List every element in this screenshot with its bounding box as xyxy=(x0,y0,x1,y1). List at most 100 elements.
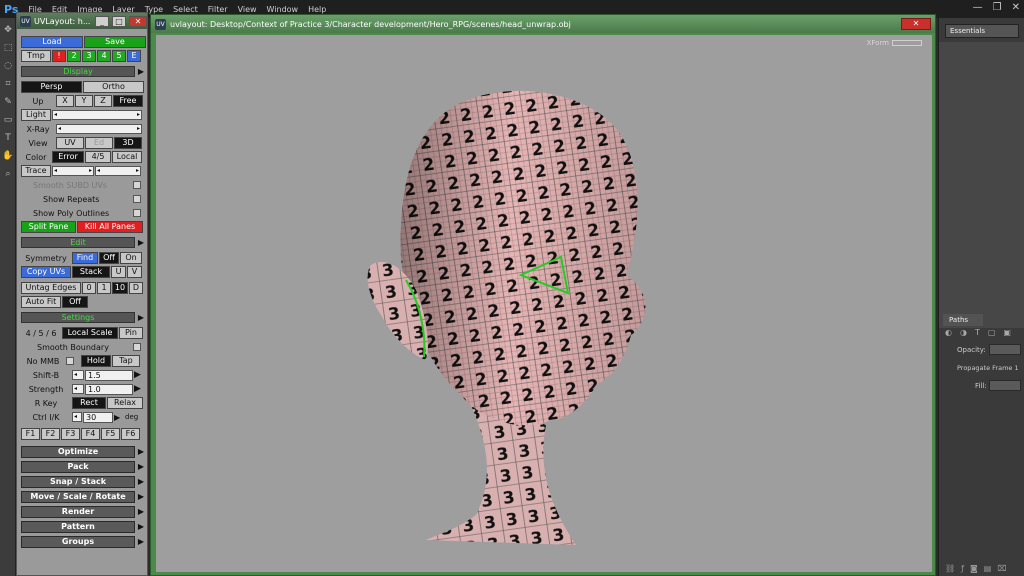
head-model-render[interactable]: 2 3 xyxy=(156,35,932,572)
smooth-boundary-checkbox[interactable] xyxy=(133,343,141,351)
axis-y-button[interactable]: Y xyxy=(75,95,93,107)
persp-button[interactable]: Persp xyxy=(21,81,82,93)
f1-button[interactable]: F1 xyxy=(21,428,40,440)
relax-button[interactable]: Relax xyxy=(107,397,143,409)
maximize-icon[interactable]: □ xyxy=(112,15,126,27)
move-scale-rotate-button[interactable]: Move / Scale / Rotate xyxy=(21,490,135,503)
light-slider[interactable]: ◂ ▸ xyxy=(52,110,142,120)
pin-button[interactable]: Pin xyxy=(119,327,143,339)
move-scale-rotate-section[interactable]: Move / Scale / Rotate ▶ xyxy=(21,490,147,503)
link-icon[interactable]: ⛓ xyxy=(945,564,955,573)
display-section-label[interactable]: Display xyxy=(21,66,135,77)
snap-stack-section[interactable]: Snap / Stack ▶ xyxy=(21,475,147,488)
tmp-slot-e[interactable]: E xyxy=(127,50,141,62)
tmp-slot-4[interactable]: 4 xyxy=(97,50,111,62)
settings-section[interactable]: Settings ▶ xyxy=(21,311,147,324)
minimize-icon[interactable]: _ xyxy=(95,15,109,27)
tmp-slot-1[interactable]: ! xyxy=(52,50,66,62)
hold-button[interactable]: Hold xyxy=(81,355,111,367)
close-icon[interactable]: ✕ xyxy=(129,15,147,27)
local-scale-button[interactable]: Local Scale xyxy=(62,327,118,339)
untag-d-button[interactable]: D xyxy=(129,282,143,294)
ctrl-ik-decrement[interactable]: ◂ xyxy=(72,412,82,422)
layer-filter-icon[interactable]: ◐ xyxy=(945,328,952,337)
snap-stack-button[interactable]: Snap / Stack xyxy=(21,475,135,488)
ctrl-ik-increment-icon[interactable]: ▶ xyxy=(114,413,124,422)
opacity-field[interactable] xyxy=(989,344,1021,355)
propagate-frame-label[interactable]: Propagate Frame 1 xyxy=(957,364,1019,372)
f2-button[interactable]: F2 xyxy=(41,428,60,440)
color-local-button[interactable]: Local xyxy=(112,151,142,163)
edit-section-label[interactable]: Edit xyxy=(21,237,135,248)
strength-field[interactable]: 1.0 xyxy=(85,383,133,395)
save-button[interactable]: Save xyxy=(84,36,146,48)
trace-slider-a[interactable]: ◂ ▸ xyxy=(52,166,94,176)
fx-icon[interactable]: ƒ xyxy=(961,564,964,573)
edit-section[interactable]: Edit ▶ xyxy=(21,236,147,249)
eraser-tool-icon[interactable]: ▭ xyxy=(2,114,14,126)
color-45-button[interactable]: 4/5 xyxy=(85,151,111,163)
fill-field[interactable] xyxy=(989,380,1021,391)
f4-button[interactable]: F4 xyxy=(81,428,100,440)
trash-icon[interactable]: ⌧ xyxy=(997,564,1006,573)
pack-button[interactable]: Pack xyxy=(21,460,135,473)
u-button[interactable]: U xyxy=(111,266,126,278)
xray-slider[interactable]: ◂ ▸ xyxy=(56,124,142,134)
view-ed-button[interactable]: Ed xyxy=(85,137,113,149)
shift-b-field[interactable]: 1.5 xyxy=(85,369,133,381)
symmetry-on-button[interactable]: On xyxy=(120,252,142,264)
tmp-button[interactable]: Tmp xyxy=(21,50,51,62)
tmp-slot-5[interactable]: 5 xyxy=(112,50,126,62)
f6-button[interactable]: F6 xyxy=(121,428,140,440)
expand-arrow-icon[interactable]: ▶ xyxy=(135,447,147,456)
text-layer-icon[interactable]: T xyxy=(975,328,980,337)
trace-button[interactable]: Trace xyxy=(21,165,51,177)
light-button[interactable]: Light xyxy=(21,109,51,121)
groups-section[interactable]: Groups ▶ xyxy=(21,535,147,548)
untag-10-button[interactable]: 10 xyxy=(112,282,128,294)
minimize-icon[interactable]: — xyxy=(973,2,983,13)
adjust-icon[interactable]: ◑ xyxy=(960,328,967,337)
ortho-button[interactable]: Ortho xyxy=(83,81,144,93)
pack-section[interactable]: Pack ▶ xyxy=(21,460,147,473)
shift-b-decrement[interactable]: ◂ xyxy=(72,370,84,380)
shape-icon[interactable]: ▢ xyxy=(988,328,996,337)
tmp-slot-2[interactable]: 2 xyxy=(67,50,81,62)
symmetry-off-button[interactable]: Off xyxy=(99,252,119,264)
new-layer-icon[interactable]: ▤ xyxy=(984,564,992,573)
paths-tab[interactable]: Paths xyxy=(943,314,983,326)
expand-arrow-icon[interactable]: ▶ xyxy=(135,462,147,471)
strength-increment-icon[interactable]: ▶ xyxy=(134,384,144,394)
close-icon[interactable]: ✕ xyxy=(901,18,931,30)
restore-icon[interactable]: ❐ xyxy=(993,2,1002,13)
hand-tool-icon[interactable]: ✋ xyxy=(2,150,14,162)
load-button[interactable]: Load xyxy=(21,36,83,48)
show-repeats-checkbox[interactable] xyxy=(133,195,141,203)
axis-x-button[interactable]: X xyxy=(56,95,74,107)
marquee-tool-icon[interactable]: ⬚ xyxy=(2,42,14,54)
xform-bar[interactable] xyxy=(892,40,922,46)
crop-tool-icon[interactable]: ⌗ xyxy=(2,78,14,90)
text-tool-icon[interactable]: T xyxy=(2,132,14,144)
optimize-section[interactable]: Optimize ▶ xyxy=(21,445,147,458)
view-3d-button[interactable]: 3D xyxy=(114,137,142,149)
auto-fit-off-button[interactable]: Off xyxy=(62,296,88,308)
render-section[interactable]: Render ▶ xyxy=(21,505,147,518)
xform-widget[interactable]: XForm xyxy=(867,39,922,47)
axis-z-button[interactable]: Z xyxy=(94,95,112,107)
move-tool-icon[interactable]: ✥ xyxy=(2,24,14,36)
split-pane-button[interactable]: Split Pane xyxy=(21,221,76,233)
3d-viewport[interactable]: XForm 2 3 xyxy=(156,35,932,572)
menu-window[interactable]: Window xyxy=(267,5,299,14)
brush-tool-icon[interactable]: ✎ xyxy=(2,96,14,108)
pattern-button[interactable]: Pattern xyxy=(21,520,135,533)
zoom-tool-icon[interactable]: ⌕ xyxy=(2,168,14,180)
expand-arrow-icon[interactable]: ▶ xyxy=(135,522,147,531)
expand-arrow-icon[interactable]: ▶ xyxy=(135,67,147,76)
find-button[interactable]: Find xyxy=(72,252,98,264)
shift-b-increment-icon[interactable]: ▶ xyxy=(134,370,144,380)
view-uv-button[interactable]: UV xyxy=(56,137,84,149)
axis-free-button[interactable]: Free xyxy=(113,95,143,107)
expand-arrow-icon[interactable]: ▶ xyxy=(135,477,147,486)
menu-view[interactable]: View xyxy=(238,5,257,14)
